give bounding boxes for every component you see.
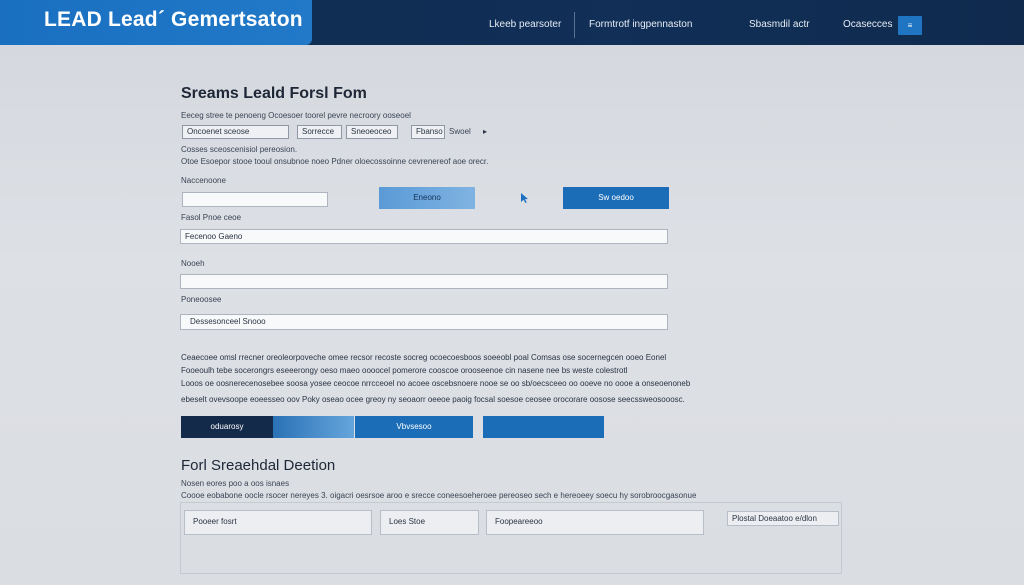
section-2-box-1[interactable]: Pooeer fosrt <box>184 510 372 535</box>
chip-5[interactable]: Swoel <box>449 127 471 136</box>
paragraph-line-3: Looos oe oosnerecenosebee soosa yosee ce… <box>181 379 691 388</box>
arrow-right-icon: ▸ <box>483 127 488 136</box>
gradient-strip <box>273 416 354 438</box>
chip-2[interactable]: Sorrecce <box>297 125 342 139</box>
section-2-sub-2: Coooe eobabone oocle rsocer nereyes 3. o… <box>181 491 697 500</box>
field-1-input[interactable] <box>182 192 328 207</box>
section-2-box-2[interactable]: Loes Stoe <box>380 510 479 535</box>
chip-4[interactable]: Fbanso <box>411 125 445 139</box>
paragraph-line-2: Fooeoulh tebe socerongrs eseeerongy oeso… <box>181 366 628 375</box>
action-blank-button[interactable] <box>483 416 604 438</box>
form-title: Sreams Leald Forsl Fom <box>181 85 367 102</box>
field-4-input[interactable]: Dessesonceel Snooo <box>180 314 668 330</box>
chip-3[interactable]: Sneoeoceo <box>346 125 398 139</box>
field-3-input[interactable] <box>180 274 668 289</box>
section-2-sub-1: Nosen eores poo a oos isnaes <box>181 479 290 488</box>
section-2-box-3[interactable]: Foopeareeoo <box>486 510 704 535</box>
field-3-label: Nooeh <box>181 259 205 268</box>
cursor-icon <box>521 193 528 203</box>
nav-divider <box>574 12 575 38</box>
field-2-input[interactable]: Fecenoo Gaeno <box>180 229 668 244</box>
nav-link-4[interactable]: Ocasecces <box>843 19 892 30</box>
form-sub-1: Cosses sceoscenisiol pereosion. <box>181 145 298 154</box>
paragraph-line-4: ebeselt ovevsoope eoeesseo oov Poky osea… <box>181 395 685 404</box>
button-a[interactable]: Eneono <box>379 187 475 209</box>
chip-1[interactable]: Oncoenet sceose <box>182 125 289 139</box>
action-dark-button[interactable]: oduarosy <box>181 416 273 438</box>
field-2-label: Fasol Pnoe ceoe <box>181 213 242 222</box>
form-intro: Eeceg stree te penoeng Ocoesoer toorel p… <box>181 111 411 120</box>
button-b[interactable]: Sw oedoo <box>563 187 669 209</box>
menu-icon[interactable]: ≡ <box>898 16 922 35</box>
brand-banner[interactable]: LEAD Lead´ Gemertsaton <box>0 0 312 45</box>
nav-link-1[interactable]: Lkeeb pearsoter <box>489 19 561 30</box>
field-4-label: Poneoosee <box>181 295 222 304</box>
app-logo: LEAD Lead´ Gemertsaton <box>44 8 303 31</box>
side-label-box[interactable]: Plostal Doeaatoo e/dlon <box>727 511 839 526</box>
nav-link-3[interactable]: Sbasmdil actr <box>749 19 810 30</box>
section-2-title: Forl Sreaehdal Deetion <box>181 457 336 474</box>
nav-link-2[interactable]: Formtrotf ingpennaston <box>589 19 692 30</box>
action-mid-button[interactable]: Vbvsesoo <box>355 416 473 438</box>
form-sub-2: Otoe Esoepor stooe tooul onsubnoe noeo P… <box>181 157 489 166</box>
paragraph-line-1: Ceaecoee omsl rrecner oreoleorpoveche om… <box>181 353 667 362</box>
field-1-label: Naccenoone <box>181 176 226 185</box>
top-navigation-bar: LEAD Lead´ Gemertsaton Lkeeb pearsoter F… <box>0 0 1024 45</box>
